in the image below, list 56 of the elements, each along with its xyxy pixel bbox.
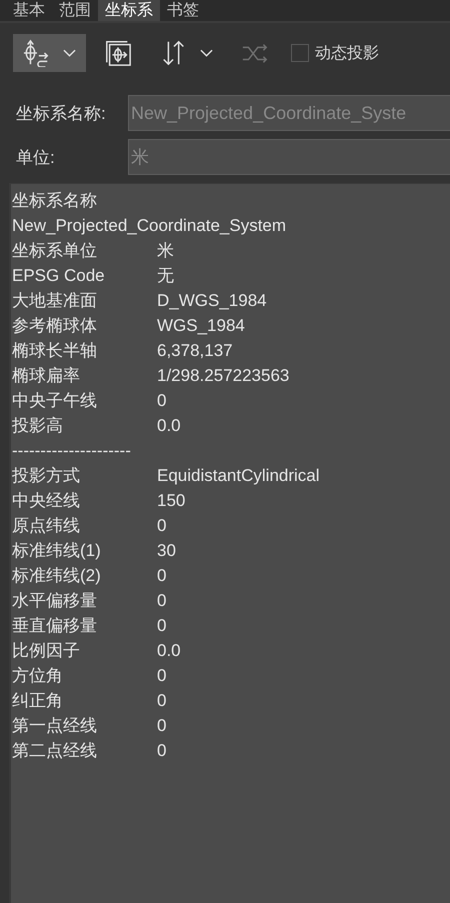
property-label: 原点纬线 [12, 515, 81, 537]
property-value: 1/298.257223563 [157, 365, 290, 387]
field-label: 坐标系名称: [15, 102, 107, 124]
property-label: 椭球扁率 [12, 365, 81, 387]
property-value: 150 [157, 490, 186, 512]
property-label: 中央子午线 [12, 390, 98, 412]
frame-icon [104, 39, 132, 67]
property-value: 6,378,137 [157, 340, 233, 362]
tab[interactable]: 基本 [6, 0, 52, 21]
property-value: 0 [157, 665, 166, 687]
property-value: 0 [157, 740, 166, 762]
tab[interactable]: 书签 [160, 0, 206, 21]
axis-swap-icon [23, 39, 51, 67]
property-value: 米 [157, 240, 174, 262]
property-label: 大地基准面 [12, 290, 98, 312]
property-value: 0 [157, 690, 166, 712]
property-value: 0 [157, 390, 166, 412]
property-value: 0 [157, 590, 166, 612]
property-value: D_WGS_1984 [157, 290, 267, 312]
property-label: 比例因子 [12, 640, 81, 662]
info-text: New_Projected_Coordinate_System [12, 215, 288, 237]
caret-icon [63, 49, 76, 57]
property-label: 投影高 [12, 415, 64, 437]
toolbar-button[interactable] [13, 34, 86, 72]
property-value: EquidistantCylindrical [157, 465, 320, 487]
property-label: EPSG Code [12, 265, 106, 287]
property-label: 标准纬线(1) [12, 540, 102, 562]
property-value: 0 [157, 715, 166, 737]
info-text: 坐标系名称 [12, 190, 98, 212]
property-label: 第二点经线 [12, 740, 98, 762]
property-label: 方位角 [12, 665, 64, 687]
info-text: --------------------- [12, 440, 132, 462]
property-value: WGS_1984 [157, 315, 245, 337]
property-label: 第一点经线 [12, 715, 98, 737]
property-value: 0 [157, 615, 166, 637]
checkbox[interactable] [291, 44, 309, 62]
property-label: 椭球长半轴 [12, 340, 98, 362]
property-label: 参考椭球体 [12, 315, 98, 337]
property-value: 0.0 [157, 415, 181, 437]
property-label: 坐标系单位 [12, 240, 98, 262]
property-label: 垂直偏移量 [12, 615, 98, 637]
property-label: 纠正角 [12, 690, 64, 712]
field-label: 单位: [15, 146, 56, 168]
property-value: 0 [157, 565, 166, 587]
tab[interactable]: 范围 [52, 0, 98, 21]
property-value: 0.0 [157, 640, 181, 662]
property-value: 无 [157, 265, 174, 287]
property-label: 水平偏移量 [12, 590, 98, 612]
tab[interactable]: 坐标系 [98, 0, 160, 21]
caret-icon [200, 49, 213, 57]
property-label: 标准纬线(2) [12, 565, 102, 587]
property-value: 0 [157, 515, 166, 537]
property-label: 投影方式 [12, 465, 81, 487]
checkbox-label: 动态投影 [315, 44, 379, 64]
property-value: 30 [157, 540, 176, 562]
property-label: 中央经线 [12, 490, 81, 512]
